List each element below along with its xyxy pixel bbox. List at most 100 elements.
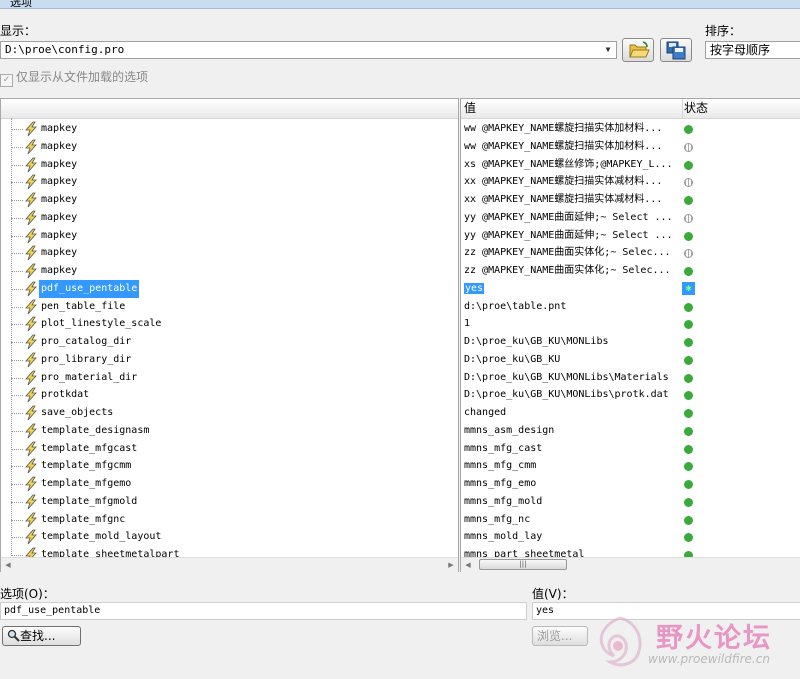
find-button[interactable]: 查找... bbox=[2, 626, 81, 646]
option-name: save_objects bbox=[41, 407, 114, 418]
value-row[interactable]: mmns_mfg_nc bbox=[461, 511, 800, 529]
tree-connector bbox=[11, 377, 23, 379]
value-row[interactable]: mmns_asm_design bbox=[461, 422, 800, 440]
status-ok-icon bbox=[684, 355, 693, 365]
option-name: mapkey bbox=[41, 123, 78, 134]
option-input[interactable]: pdf_use_pentable bbox=[0, 602, 527, 620]
tree-connector bbox=[11, 395, 23, 397]
status-column-header[interactable]: 状态 bbox=[682, 99, 708, 118]
tree-row[interactable]: pro_material_dir bbox=[0, 369, 455, 387]
tree-row[interactable]: template_mfgmold bbox=[0, 493, 455, 511]
value-row[interactable]: xx @MAPKEY_NAME螺旋扫描实体减材料... bbox=[461, 173, 800, 191]
lightning-icon bbox=[24, 405, 38, 421]
status-ok-icon bbox=[684, 444, 693, 454]
value-row[interactable]: ww @MAPKEY_NAME螺旋扫描实体加材料... bbox=[461, 138, 800, 156]
tree-connector bbox=[11, 519, 23, 521]
value-row[interactable]: zz @MAPKEY_NAME曲面实体化;~ Selec... bbox=[461, 262, 800, 280]
value-row[interactable]: D:\proe_ku\GB_KU bbox=[461, 351, 800, 369]
value-row[interactable]: mmns_mfg_cmm bbox=[461, 457, 800, 475]
value-row[interactable]: 1 bbox=[461, 315, 800, 333]
tree-row[interactable]: template_mold_layout bbox=[0, 528, 455, 546]
tree-row[interactable]: mapkey bbox=[0, 173, 455, 191]
value-row[interactable]: mmns_mold_lay bbox=[461, 528, 800, 546]
status-ok-icon bbox=[684, 515, 693, 525]
status-neutral-icon bbox=[684, 213, 693, 223]
tree-row[interactable]: template_mfgemo bbox=[0, 475, 455, 493]
value-row[interactable]: changed bbox=[461, 404, 800, 422]
tree-connector bbox=[11, 324, 23, 326]
tree-row[interactable]: pro_library_dir bbox=[0, 351, 455, 369]
tree-row[interactable]: save_objects bbox=[0, 404, 455, 422]
status-ok-icon bbox=[684, 497, 693, 507]
tree-hscrollbar[interactable]: ◀ ▶ bbox=[1, 557, 458, 572]
tree-row[interactable]: template_mfgcast bbox=[0, 440, 455, 458]
tree-row[interactable]: template_designasm bbox=[0, 422, 455, 440]
value-row[interactable]: mmns_mfg_cast bbox=[461, 440, 800, 458]
option-name: plot_linestyle_scale bbox=[41, 318, 162, 330]
sort-value: 按字母顺序 bbox=[710, 43, 771, 57]
option-name: protkdat bbox=[41, 389, 90, 401]
option-name: template_mold_layout bbox=[41, 531, 162, 543]
sort-combo[interactable]: 按字母顺序 bbox=[705, 41, 800, 59]
value-column-header[interactable]: 值 bbox=[464, 99, 476, 118]
tree-connector bbox=[11, 448, 23, 450]
tree-row[interactable]: template_mfgnc bbox=[0, 511, 455, 529]
tree-row[interactable]: mapkey bbox=[0, 227, 455, 245]
tree-row[interactable]: pdf_use_pentable bbox=[0, 279, 455, 298]
tree-row[interactable]: mapkey bbox=[0, 191, 455, 209]
value-row[interactable]: mmns_mfg_emo bbox=[461, 475, 800, 493]
scroll-left-icon[interactable]: ◀ bbox=[1, 558, 15, 572]
tree-row[interactable]: protkdat bbox=[0, 386, 455, 404]
tree-row[interactable]: plot_linestyle_scale bbox=[0, 315, 455, 333]
status-ok-icon bbox=[684, 320, 693, 330]
loaded-only-checkbox[interactable]: ✓ 仅显示从文件加载的选项 bbox=[0, 68, 148, 87]
value-row[interactable]: ww @MAPKEY_NAME螺旋扫描实体加材料... bbox=[461, 120, 800, 138]
check-icon[interactable]: ✓ bbox=[0, 74, 13, 87]
value-row[interactable]: d:\proe\table.pnt bbox=[461, 298, 800, 316]
scroll-right-icon[interactable]: ▶ bbox=[444, 558, 458, 572]
value-row[interactable]: mmns_mfg_mold bbox=[461, 493, 800, 511]
value-row[interactable]: zz @MAPKEY_NAME曲面实体化;~ Selec... bbox=[461, 244, 800, 262]
tree-row[interactable]: mapkey bbox=[0, 156, 455, 174]
option-value: D:\proe_ku\GB_KU\MONLibs\Materials bbox=[464, 371, 669, 383]
display-label: 显示： bbox=[0, 24, 37, 38]
tree-row[interactable]: template_mfgcmm bbox=[0, 457, 455, 475]
tree-row[interactable]: mapkey bbox=[0, 262, 455, 280]
scroll-thumb[interactable]: ||| bbox=[479, 559, 567, 570]
tree-row[interactable]: pen_table_file bbox=[0, 298, 455, 316]
window-title: 选项 bbox=[10, 0, 32, 9]
value-row[interactable]: D:\proe_ku\GB_KU\MONLibs\protk.dat bbox=[461, 386, 800, 404]
value-row[interactable]: yy @MAPKEY_NAME曲面延伸;~ Select ... bbox=[461, 227, 800, 245]
status-ok-icon bbox=[684, 533, 693, 543]
status-ok-icon bbox=[684, 426, 693, 436]
value-row[interactable]: D:\proe_ku\GB_KU\MONLibs bbox=[461, 333, 800, 351]
tree-row[interactable]: mapkey bbox=[0, 244, 455, 262]
tree-row[interactable]: mapkey bbox=[0, 120, 455, 138]
status-selected-icon: ✱ bbox=[682, 281, 695, 295]
title-bar: 选项 bbox=[0, 0, 800, 9]
config-file-path: D:\proe\config.pro bbox=[5, 43, 125, 56]
open-file-button[interactable] bbox=[622, 38, 654, 62]
value-row[interactable]: yy @MAPKEY_NAME曲面延伸;~ Select ... bbox=[461, 209, 800, 227]
tree-row[interactable]: mapkey bbox=[0, 209, 455, 227]
config-file-combo[interactable]: D:\proe\config.pro ▼ bbox=[0, 41, 617, 59]
value-row[interactable]: xx @MAPKEY_NAME螺旋扫描实体减材料... bbox=[461, 191, 800, 209]
browse-button[interactable]: 浏览... bbox=[532, 626, 588, 646]
save-copy-button[interactable] bbox=[660, 38, 692, 62]
value-row[interactable]: xs @MAPKEY_NAME螺丝修饰;@MAPKEY_L... bbox=[461, 156, 800, 174]
option-value: mmns_asm_design bbox=[464, 424, 555, 436]
scroll-left-icon[interactable]: ◀ bbox=[461, 558, 475, 572]
value-row[interactable]: D:\proe_ku\GB_KU\MONLibs\Materials bbox=[461, 369, 800, 387]
values-column-header: 值 状态 bbox=[461, 99, 800, 119]
option-name: pro_library_dir bbox=[41, 353, 132, 365]
option-value: mmns_mfg_cast bbox=[464, 442, 543, 454]
tree-row[interactable]: mapkey bbox=[0, 138, 455, 156]
tree-column-header[interactable] bbox=[1, 99, 458, 119]
chevron-down-icon[interactable]: ▼ bbox=[601, 43, 615, 57]
status-ok-icon bbox=[684, 302, 693, 312]
tree-row[interactable]: pro_catalog_dir bbox=[0, 333, 455, 351]
value-row[interactable]: yes ✱ bbox=[461, 280, 800, 298]
lightning-icon bbox=[24, 423, 38, 439]
option-name: template_mfgcmm bbox=[41, 460, 132, 472]
values-hscrollbar[interactable]: ◀ ||| bbox=[461, 557, 800, 572]
